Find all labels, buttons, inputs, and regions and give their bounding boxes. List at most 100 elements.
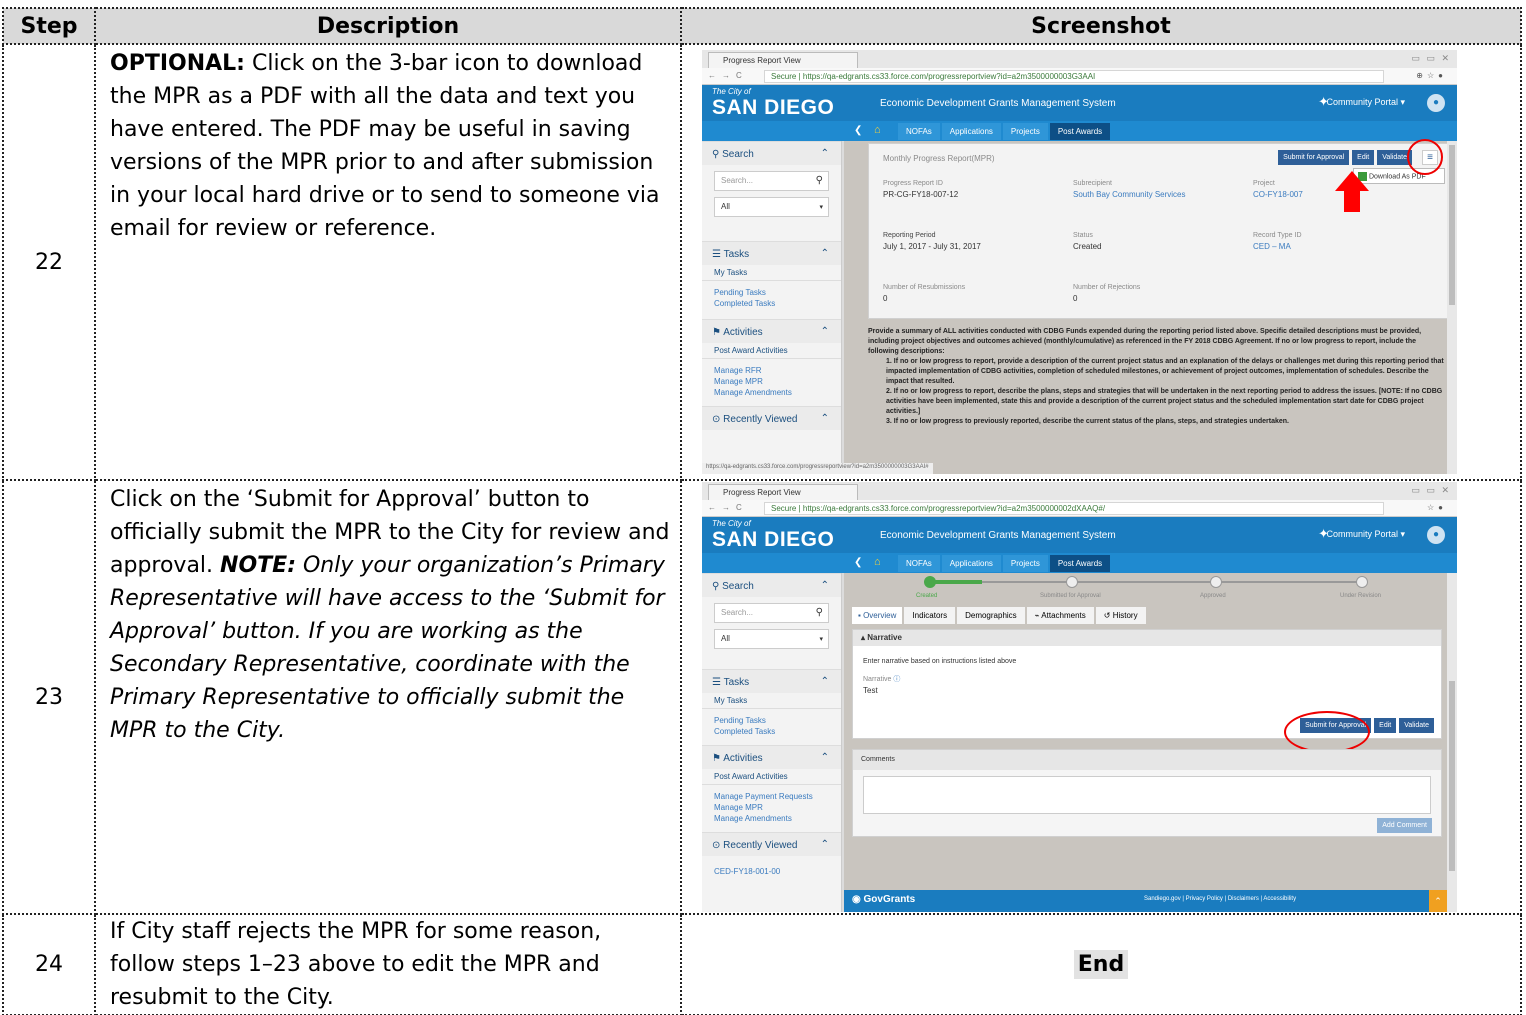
header-description: Description <box>94 7 682 45</box>
step-description: OPTIONAL: Click on the 3-bar icon to dow… <box>94 43 682 481</box>
sidebar-recent-header[interactable]: ⊙ Recently Viewed ⌃ <box>702 832 841 856</box>
submit-for-approval-button[interactable]: Submit for Approval <box>1278 150 1350 165</box>
community-portal-menu[interactable]: Community Portal ▾ <box>1326 97 1405 108</box>
tab-overview[interactable]: ▪ Overview <box>852 607 903 624</box>
site-header: The City of SAN DIEGO Economic Developme… <box>702 517 1457 553</box>
nav-arrows-icon[interactable]: ←→C <box>708 503 748 512</box>
edit-button[interactable]: Edit <box>1352 150 1375 165</box>
sidebar-tasks-header[interactable]: ☰ Tasks ⌃ <box>702 669 841 693</box>
sidebar-link-pending[interactable]: Pending Tasks <box>702 287 841 298</box>
sidebar-link-completed[interactable]: Completed Tasks <box>702 298 841 309</box>
tab-indicators[interactable]: Indicators <box>904 607 956 624</box>
step-row-23: 23 Click on the ‘Submit for Approval’ bu… <box>2 479 1522 915</box>
select-arrow-icon: ▾ <box>819 636 823 643</box>
city-logo: SAN DIEGO <box>712 96 835 119</box>
sidebar-search-input[interactable]: Search... ⚲ <box>714 171 829 191</box>
nav-tab-post-awards[interactable]: Post Awards <box>1049 555 1111 572</box>
magnifier-icon[interactable]: ⚲ <box>816 175 823 186</box>
project-link[interactable]: CO-FY18-007 <box>1253 190 1303 199</box>
community-portal-menu[interactable]: Community Portal ▾ <box>1326 529 1405 540</box>
nav-tab-projects[interactable]: Projects <box>1002 123 1048 140</box>
progress-dot-submitted <box>1066 576 1078 588</box>
status-url: https://qa-edgrants.cs33.force.com/progr… <box>702 463 933 474</box>
nav-tab-post-awards[interactable]: Post Awards <box>1049 123 1111 140</box>
browser-screenshot: Progress Report View ▭ ▭ ✕ ←→C Secure | … <box>702 482 1457 912</box>
nav-tab-applications[interactable]: Applications <box>941 555 1001 572</box>
browser-actions-icon[interactable]: ⊕☆● <box>1416 71 1447 80</box>
scrollbar[interactable] <box>1447 141 1457 474</box>
tab-attachments[interactable]: ⌁ Attachments <box>1026 607 1094 624</box>
progress-dot-approved <box>1210 576 1222 588</box>
status-value: Created <box>1073 242 1102 251</box>
nav-tab-projects[interactable]: Projects <box>1002 555 1048 572</box>
sidebar-filter-select[interactable]: All ▾ <box>714 197 829 217</box>
sidebar-activities-header[interactable]: ⚑ Activities ⌃ <box>702 745 841 769</box>
avatar[interactable]: ● <box>1427 94 1445 112</box>
sidebar-link-manage-amendments[interactable]: Manage Amendments <box>702 387 841 398</box>
browser-actions-icon[interactable]: ☆● <box>1427 503 1447 512</box>
flag-icon: ⚑ <box>712 327 724 338</box>
sidebar-search-input[interactable]: Search... ⚲ <box>714 603 829 623</box>
sidebar-activities-header[interactable]: ⚑ Activities ⌃ <box>702 319 841 343</box>
narrative-header[interactable]: ▴ Narrative <box>853 630 1441 646</box>
browser-tab[interactable]: Progress Report View <box>708 52 858 68</box>
collapse-icon[interactable]: ❮ <box>854 125 862 136</box>
progress-label-created: Created <box>916 593 938 599</box>
validate-button[interactable]: Validate <box>1399 718 1434 733</box>
approval-progress: Created Submitted for Approval Approved … <box>844 573 1444 609</box>
tab-demographics[interactable]: Demographics <box>957 607 1025 624</box>
sidebar-filter-select[interactable]: All ▾ <box>714 629 829 649</box>
window-controls: ▭ ▭ ✕ <box>1411 53 1451 63</box>
home-icon[interactable]: ⌂ <box>874 556 881 568</box>
avatar[interactable]: ● <box>1427 526 1445 544</box>
nav-arrows-icon[interactable]: ←→C <box>708 71 748 80</box>
comment-input[interactable] <box>863 776 1431 814</box>
sidebar-my-tasks[interactable]: My Tasks <box>702 265 841 281</box>
sidebar: ⚲ Search ⌃ Search... ⚲ All ▾ ☰ Tasks ⌃ My Ta… <box>702 573 842 912</box>
sidebar-link-manage-amendments[interactable]: Manage Amendments <box>702 813 841 824</box>
sidebar-link-pending[interactable]: Pending Tasks <box>702 715 841 726</box>
add-comment-button[interactable]: Add Comment <box>1377 818 1432 833</box>
tab-history[interactable]: ↺ History <box>1095 607 1146 624</box>
address-bar: ←→C Secure | https://qa-edgrants.cs33.fo… <box>702 68 1457 85</box>
sidebar-link-manage-rfr[interactable]: Manage RFR <box>702 365 841 376</box>
scroll-top-icon[interactable]: ⌃ <box>1429 890 1447 912</box>
scrollbar[interactable] <box>1447 573 1457 912</box>
edit-button[interactable]: Edit <box>1374 718 1397 733</box>
nav-tab-nofas[interactable]: NOFAs <box>898 555 940 572</box>
tasks-icon: ☰ <box>712 249 724 260</box>
recent-item[interactable]: CED-FY18-001-00 <box>702 866 841 877</box>
tasks-icon: ☰ <box>712 677 724 688</box>
top-nav: ❮ ⌂ NOFAs Applications Projects Post Awa… <box>702 553 1457 573</box>
sidebar-my-tasks[interactable]: My Tasks <box>702 693 841 709</box>
sidebar-link-completed[interactable]: Completed Tasks <box>702 726 841 737</box>
sidebar-link-manage-mpr[interactable]: Manage MPR <box>702 802 841 813</box>
sidebar-search-header[interactable]: ⚲ Search ⌃ <box>702 573 841 597</box>
search-icon: ⚲ <box>712 581 723 592</box>
magnifier-icon[interactable]: ⚲ <box>816 607 823 618</box>
sidebar-recent-header[interactable]: ⊙ Recently Viewed ⌃ <box>702 406 841 430</box>
red-arrow-icon <box>1335 171 1369 191</box>
sidebar-tasks-header[interactable]: ☰ Tasks ⌃ <box>702 241 841 265</box>
sidebar: ⚲ Search ⌃ Search... ⚲ All ▾ ☰ Tasks ⌃ My Ta… <box>702 141 842 474</box>
subrecipient-link[interactable]: South Bay Community Services <box>1073 190 1186 199</box>
home-icon[interactable]: ⌂ <box>874 124 881 136</box>
browser-tab[interactable]: Progress Report View <box>708 484 858 500</box>
sidebar-link-manage-mpr[interactable]: Manage MPR <box>702 376 841 387</box>
sidebar-search-header[interactable]: ⚲ Search ⌃ <box>702 141 841 165</box>
sidebar-post-award[interactable]: Post Award Activities <box>702 769 841 785</box>
nav-tab-nofas[interactable]: NOFAs <box>898 123 940 140</box>
url-field[interactable]: Secure | https://qa-edgrants.cs33.force.… <box>764 502 1384 515</box>
step-row-22: 22 OPTIONAL: Click on the 3-bar icon to … <box>2 43 1522 481</box>
sidebar-link-payment-requests[interactable]: Manage Payment Requests <box>702 791 841 802</box>
city-logo: SAN DIEGO <box>712 528 835 551</box>
progress-label-revision: Under Revision <box>1340 593 1382 599</box>
step-number: 24 <box>2 913 96 1015</box>
url-field[interactable]: Secure | https://qa-edgrants.cs33.force.… <box>764 70 1384 83</box>
collapse-icon[interactable]: ❮ <box>854 557 862 568</box>
sidebar-post-award[interactable]: Post Award Activities <box>702 343 841 359</box>
note-text: Only your organization’s Primary Represe… <box>110 553 665 743</box>
note-label: NOTE: <box>220 553 296 578</box>
footer-links[interactable]: Sandiego.gov | Privacy Policy | Disclaim… <box>1144 896 1296 902</box>
nav-tab-applications[interactable]: Applications <box>941 123 1001 140</box>
